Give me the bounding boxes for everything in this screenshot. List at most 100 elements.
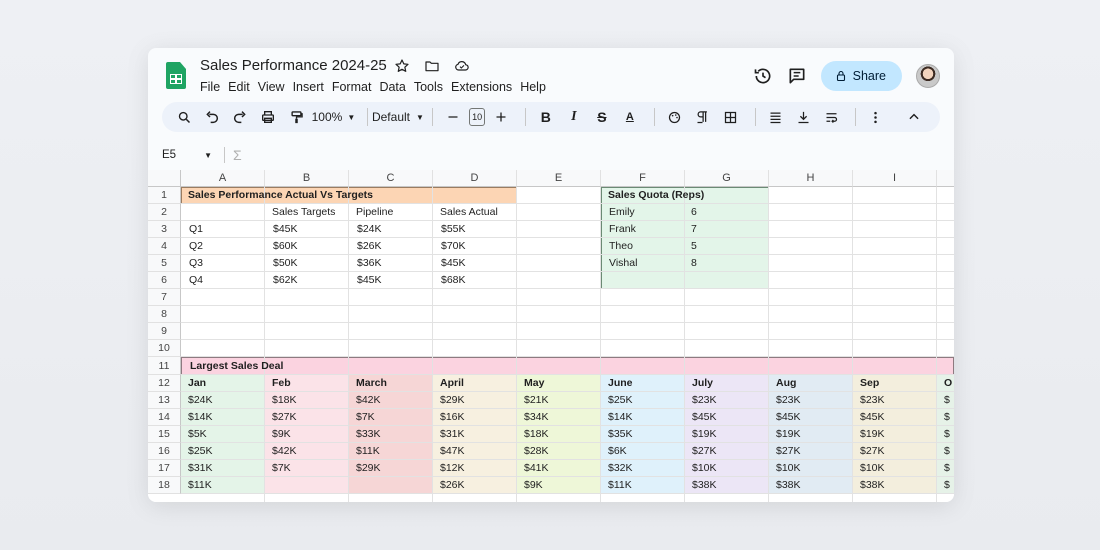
deals-month-header: Feb	[272, 377, 291, 389]
row-gridline	[181, 425, 954, 426]
italic-icon[interactable]: I	[562, 105, 586, 129]
menu-insert[interactable]: Insert	[293, 80, 329, 94]
row-header-4[interactable]: 4	[148, 238, 181, 255]
deals-cell: $7K	[272, 462, 291, 474]
column-header-d[interactable]: D	[433, 170, 517, 187]
row-header-17[interactable]: 17	[148, 460, 181, 477]
align-icon[interactable]	[763, 105, 787, 129]
toolbar: 100% ▼ Default ▼ 10 B I S A	[162, 102, 940, 132]
paint-format-icon[interactable]	[284, 105, 308, 129]
version-history-icon[interactable]	[753, 66, 773, 86]
row-header-13[interactable]: 13	[148, 392, 181, 409]
table1-cell: $24K	[357, 223, 382, 235]
vertical-align-icon[interactable]	[791, 105, 815, 129]
print-icon[interactable]	[256, 105, 280, 129]
row-header-16[interactable]: 16	[148, 443, 181, 460]
fill-color-icon[interactable]	[663, 105, 687, 129]
more-options-icon[interactable]	[864, 105, 888, 129]
column-header-next[interactable]	[937, 170, 954, 187]
deals-month-header: O	[944, 377, 953, 389]
column-header-f[interactable]: F	[601, 170, 685, 187]
table1-cell: $68K	[441, 274, 466, 286]
text-direction-icon[interactable]	[691, 105, 715, 129]
deals-cell: $25K	[608, 394, 633, 406]
decrease-font-size-button[interactable]	[441, 105, 465, 129]
row-header-7[interactable]: 7	[148, 289, 181, 306]
spreadsheet-grid[interactable]: A B C D E F G H I 1 2 3 4 5 6 7 8 9 10 11 12 13 14 15 16 17 18 Sale…	[148, 170, 954, 502]
menu-data[interactable]: Data	[379, 80, 410, 94]
row-header-11[interactable]: 11	[148, 357, 181, 375]
deals-cell: $38K	[776, 479, 801, 491]
chevron-down-icon: ▼	[416, 112, 424, 122]
lock-icon	[836, 70, 845, 82]
increase-font-size-button[interactable]	[489, 105, 513, 129]
document-title[interactable]: Sales Performance 2024-25	[200, 57, 387, 74]
row-header-12[interactable]: 12	[148, 375, 181, 392]
bold-icon[interactable]: B	[534, 105, 558, 129]
table1-cell: $45K	[357, 274, 382, 286]
select-all-corner[interactable]	[148, 170, 181, 187]
chevron-down-icon: ▼	[347, 112, 356, 122]
deals-cell: $18K	[524, 428, 549, 440]
star-icon[interactable]	[392, 56, 412, 76]
quota-value: 5	[691, 240, 697, 252]
menu-extensions[interactable]: Extensions	[451, 80, 517, 94]
menu-file[interactable]: File	[200, 80, 225, 94]
table1-title: Sales Performance Actual Vs Targets	[188, 189, 373, 201]
menu-tools[interactable]: Tools	[414, 80, 448, 94]
row-gridline	[181, 459, 954, 460]
row-header-6[interactable]: 6	[148, 272, 181, 289]
selected-cell[interactable]	[517, 255, 601, 272]
quota-name: Frank	[609, 223, 636, 235]
table1-cell: $26K	[357, 240, 382, 252]
chevron-up-icon[interactable]	[902, 105, 926, 129]
deals-cell: $38K	[860, 479, 885, 491]
zoom-select[interactable]: 100% ▼	[312, 105, 356, 129]
column-header-a[interactable]: A	[181, 170, 265, 187]
text-wrap-icon[interactable]	[819, 105, 843, 129]
row-header-15[interactable]: 15	[148, 426, 181, 443]
column-header-i[interactable]: I	[853, 170, 937, 187]
row-header-10[interactable]: 10	[148, 340, 181, 357]
column-header-b[interactable]: B	[265, 170, 349, 187]
undo-icon[interactable]	[200, 105, 224, 129]
row-header-1[interactable]: 1	[148, 187, 181, 204]
chevron-down-icon: ▼	[204, 150, 212, 160]
spreadsheet-window: Sales Performance 2024-25 File Edit View…	[148, 48, 954, 502]
deals-cell: $10K	[692, 462, 717, 474]
row-header-2[interactable]: 2	[148, 204, 181, 221]
row-header-14[interactable]: 14	[148, 409, 181, 426]
cloud-icon[interactable]	[452, 56, 472, 76]
menu-edit[interactable]: Edit	[228, 80, 255, 94]
deals-cell: $6K	[608, 445, 627, 457]
row-header-18[interactable]: 18	[148, 477, 181, 494]
row-header-5[interactable]: 5	[148, 255, 181, 272]
redo-icon[interactable]	[228, 105, 252, 129]
search-icon[interactable]	[172, 105, 196, 129]
menu-view[interactable]: View	[258, 80, 290, 94]
share-button[interactable]: Share	[820, 61, 902, 91]
menu-format[interactable]: Format	[332, 80, 377, 94]
folder-icon[interactable]	[422, 56, 442, 76]
row-gridline	[181, 339, 954, 340]
name-box[interactable]: E5 ▼	[148, 149, 218, 161]
font-size-input[interactable]: 10	[469, 108, 486, 126]
text-color-icon[interactable]: A	[618, 105, 642, 129]
column-header-c[interactable]: C	[349, 170, 433, 187]
comments-icon[interactable]	[787, 66, 807, 86]
column-header-g[interactable]: G	[685, 170, 769, 187]
column-header-e[interactable]: E	[517, 170, 601, 187]
row-header-3[interactable]: 3	[148, 221, 181, 238]
borders-icon[interactable]	[719, 105, 743, 129]
deals-cell: $27K	[860, 445, 885, 457]
menu-help[interactable]: Help	[520, 80, 551, 94]
row-header-8[interactable]: 8	[148, 306, 181, 323]
column-header-h[interactable]: H	[769, 170, 853, 187]
avatar[interactable]	[916, 64, 940, 88]
deals-cell: $27K	[692, 445, 717, 457]
table1-cell: Q2	[189, 240, 204, 252]
strikethrough-icon[interactable]: S	[590, 105, 614, 129]
font-select[interactable]: Default ▼	[372, 105, 424, 129]
row-header-9[interactable]: 9	[148, 323, 181, 340]
function-icon[interactable]: Σ	[233, 147, 242, 163]
